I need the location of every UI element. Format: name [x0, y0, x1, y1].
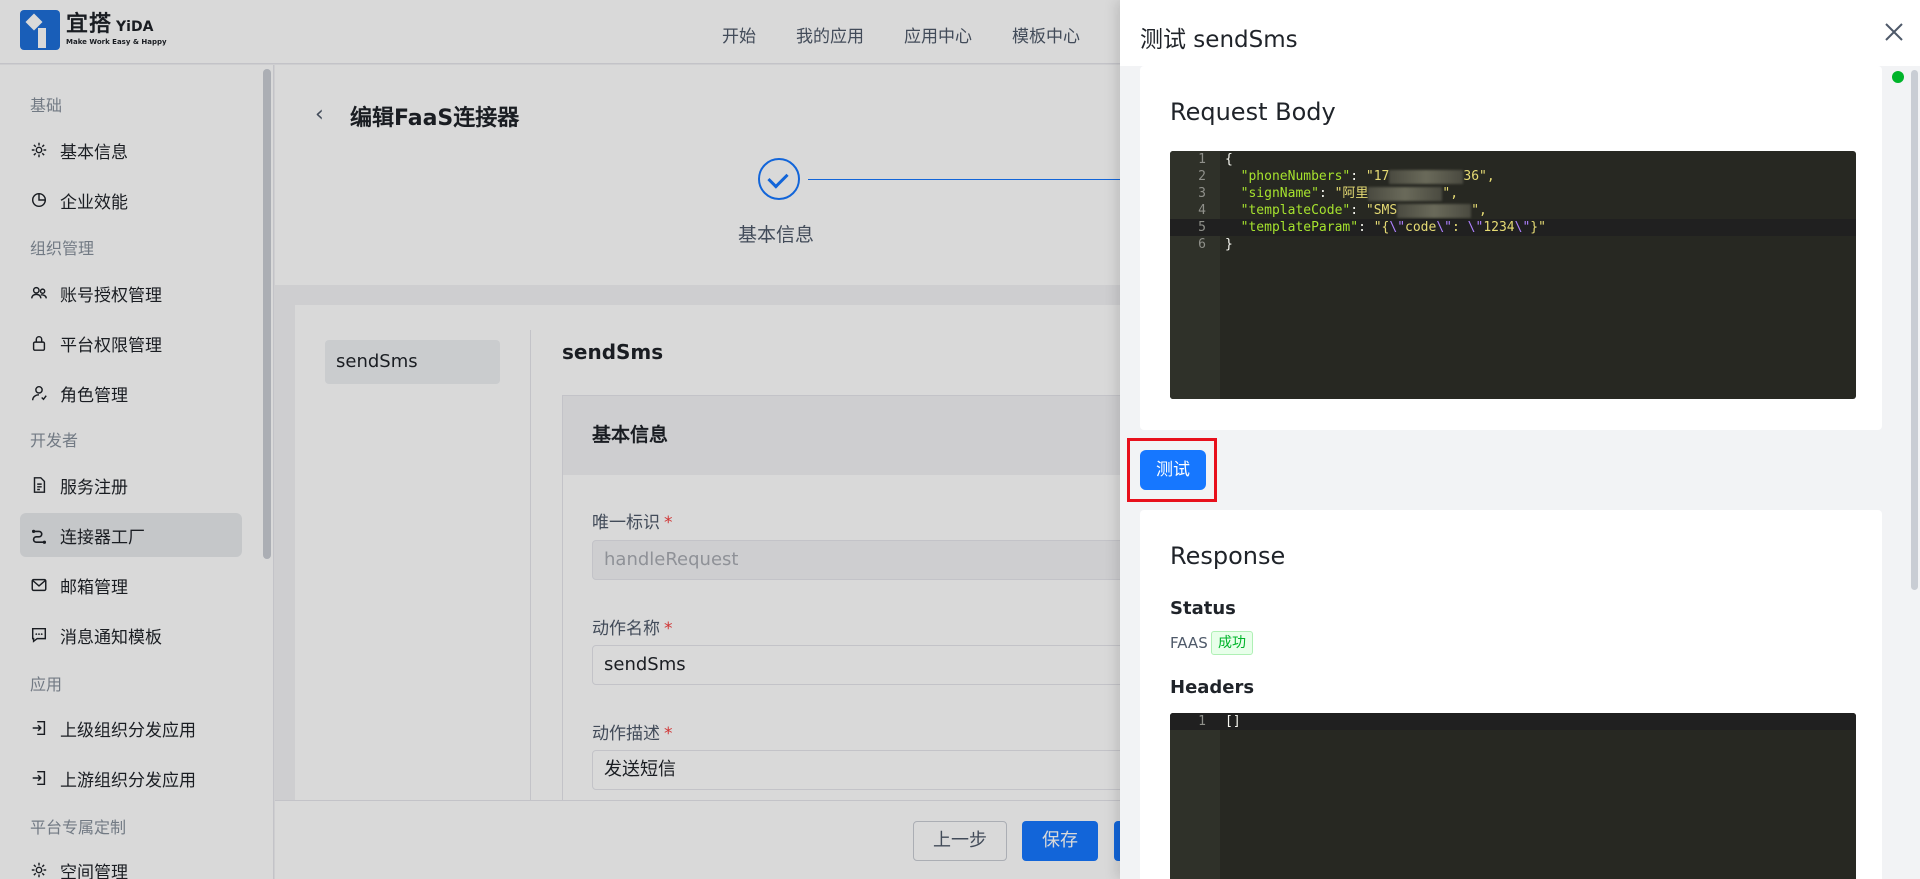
request-body-panel: Request Body 1 { 2 "phoneNumbers": "17 36…	[1140, 66, 1882, 430]
close-icon[interactable]	[1880, 18, 1908, 46]
code-line: 4 "templateCode": "SMS ",	[1170, 202, 1856, 219]
json-key: "phoneNumbers"	[1240, 169, 1351, 184]
status-type: FAAS	[1170, 634, 1208, 652]
escape-char: \"	[1389, 220, 1406, 235]
line-number: 2	[1198, 169, 1206, 184]
json-key: "templateParam"	[1240, 220, 1359, 235]
request-body-editor[interactable]: 1 { 2 "phoneNumbers": "17 36", 3 "signNam…	[1170, 151, 1856, 399]
json-value-end: ",	[1471, 203, 1487, 218]
headers-editor[interactable]: 1 []	[1170, 713, 1856, 879]
line-number: 4	[1198, 203, 1206, 218]
drawer-title: 测试 sendSms	[1140, 27, 1298, 53]
redacted-blur	[1368, 186, 1443, 201]
code-text: {	[1225, 152, 1233, 167]
status-dot-icon	[1892, 71, 1904, 83]
escape-char: \"	[1467, 220, 1484, 235]
redacted-blur	[1389, 169, 1464, 184]
editor-gutter	[1170, 713, 1220, 879]
escape-char: \"	[1436, 220, 1452, 235]
json-value-start: "17	[1365, 169, 1390, 184]
drawer-header: 测试 sendSms	[1120, 0, 1920, 66]
code-line: 1 {	[1170, 151, 1856, 168]
status-badge: 成功	[1211, 631, 1253, 655]
response-title: Response	[1170, 542, 1286, 570]
request-body-title: Request Body	[1170, 98, 1336, 126]
headers-label: Headers	[1170, 677, 1255, 698]
line-number: 6	[1198, 237, 1206, 252]
escape-char: \"	[1514, 220, 1531, 235]
code-text: "phoneNumbers": "17 36",	[1240, 169, 1495, 184]
code-line-active: 1 []	[1170, 713, 1856, 730]
code-line: 3 "signName": "阿里 ",	[1170, 185, 1856, 202]
code-text: "templateCode": "SMS ",	[1240, 203, 1487, 218]
json-value-end: }"	[1530, 220, 1546, 235]
code-line: 6 }	[1170, 236, 1856, 253]
json-value-end: ",	[1442, 186, 1459, 201]
json-value-part: code	[1405, 220, 1437, 235]
line-number: 5	[1198, 220, 1206, 235]
status-label: Status	[1170, 598, 1236, 619]
code-line-active: 5 "templateParam": "{\"code\": \"1234\"}…	[1170, 219, 1856, 236]
line-number: 1	[1198, 714, 1206, 729]
code-text: []	[1225, 714, 1241, 729]
line-number: 3	[1198, 186, 1206, 201]
redacted-blur	[1397, 203, 1472, 218]
json-key: "templateCode"	[1240, 203, 1351, 218]
line-number: 1	[1198, 152, 1206, 167]
json-value-part: 1234	[1483, 220, 1515, 235]
json-value-start: "阿里	[1334, 186, 1369, 201]
test-drawer: 测试 sendSms Request Body 1 { 2 "phoneNumb…	[1120, 0, 1920, 879]
test-button[interactable]: 测试	[1140, 450, 1206, 490]
code-line: 2 "phoneNumbers": "17 36",	[1170, 168, 1856, 185]
json-value-part: :	[1452, 220, 1468, 235]
code-text: "templateParam": "{\"code\": \"1234\"}"	[1240, 220, 1546, 235]
json-value-start: "{	[1373, 220, 1390, 235]
drawer-scrollbar[interactable]	[1911, 70, 1918, 590]
code-text: "signName": "阿里 ",	[1240, 186, 1459, 201]
json-value-end: 36",	[1463, 169, 1495, 184]
json-key: "signName"	[1240, 186, 1319, 201]
code-text: }	[1225, 237, 1233, 252]
json-value-start: "SMS	[1365, 203, 1398, 218]
